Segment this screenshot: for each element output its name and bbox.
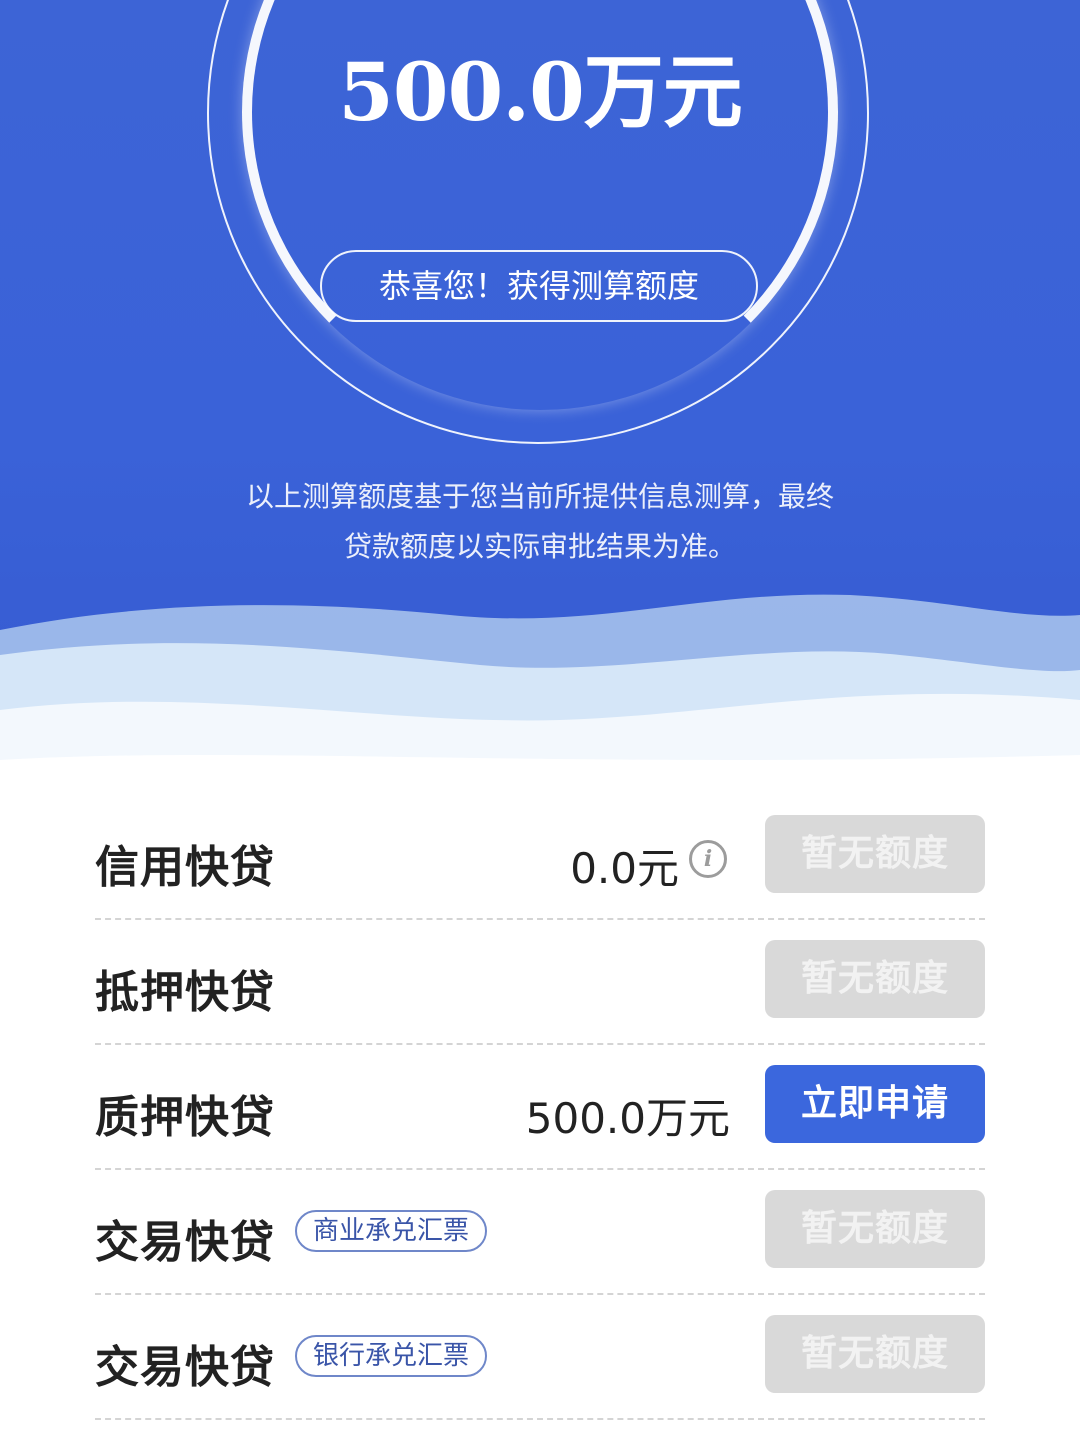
product-row-credit: 信用快贷 0.0元 i 暂无额度 xyxy=(95,795,985,920)
product-name: 交易快贷 xyxy=(95,1342,275,1393)
product-name: 信用快贷 xyxy=(95,842,275,893)
product-row-trade-commercial: 交易快贷 商业承兑汇票 暂无额度 xyxy=(95,1170,985,1295)
quota-hero: 500.0万元 恭喜您！获得测算额度 以上测算额度基于您当前所提供信息测算，最终… xyxy=(0,0,1080,800)
product-quota-value: 500.0万元 xyxy=(525,1094,730,1143)
apply-now-button[interactable]: 立即申请 xyxy=(765,1065,985,1143)
product-quota-value: 0.0元 xyxy=(570,844,679,893)
info-icon[interactable]: i xyxy=(689,840,727,878)
estimated-amount: 500.0万元 xyxy=(338,45,743,139)
product-name: 质押快贷 xyxy=(95,1092,275,1143)
no-quota-button[interactable]: 暂无额度 xyxy=(765,940,985,1018)
disclaimer-text: 以上测算额度基于您当前所提供信息测算，最终 贷款额度以实际审批结果为准。 xyxy=(190,472,890,572)
bill-type-tag: 银行承兑汇票 xyxy=(295,1335,488,1377)
product-name: 交易快贷 xyxy=(95,1217,275,1268)
product-name: 抵押快贷 xyxy=(95,967,275,1018)
disclaimer-line-1: 以上测算额度基于您当前所提供信息测算，最终 xyxy=(245,480,834,513)
product-row-mortgage: 抵押快贷 暂无额度 xyxy=(95,920,985,1045)
product-row-trade-bank: 交易快贷 银行承兑汇票 暂无额度 xyxy=(95,1295,985,1420)
wave-decoration xyxy=(0,594,1080,800)
product-row-pledge: 质押快贷 500.0万元 立即申请 xyxy=(95,1045,985,1170)
loan-product-list: 信用快贷 0.0元 i 暂无额度 抵押快贷 暂无额度 质押快贷 500.0万元 … xyxy=(95,795,985,1420)
bill-type-tag: 商业承兑汇票 xyxy=(295,1210,488,1252)
no-quota-button[interactable]: 暂无额度 xyxy=(765,815,985,893)
no-quota-button[interactable]: 暂无额度 xyxy=(765,1190,985,1268)
no-quota-button[interactable]: 暂无额度 xyxy=(765,1315,985,1393)
congrats-badge: 恭喜您！获得测算额度 xyxy=(320,250,758,322)
